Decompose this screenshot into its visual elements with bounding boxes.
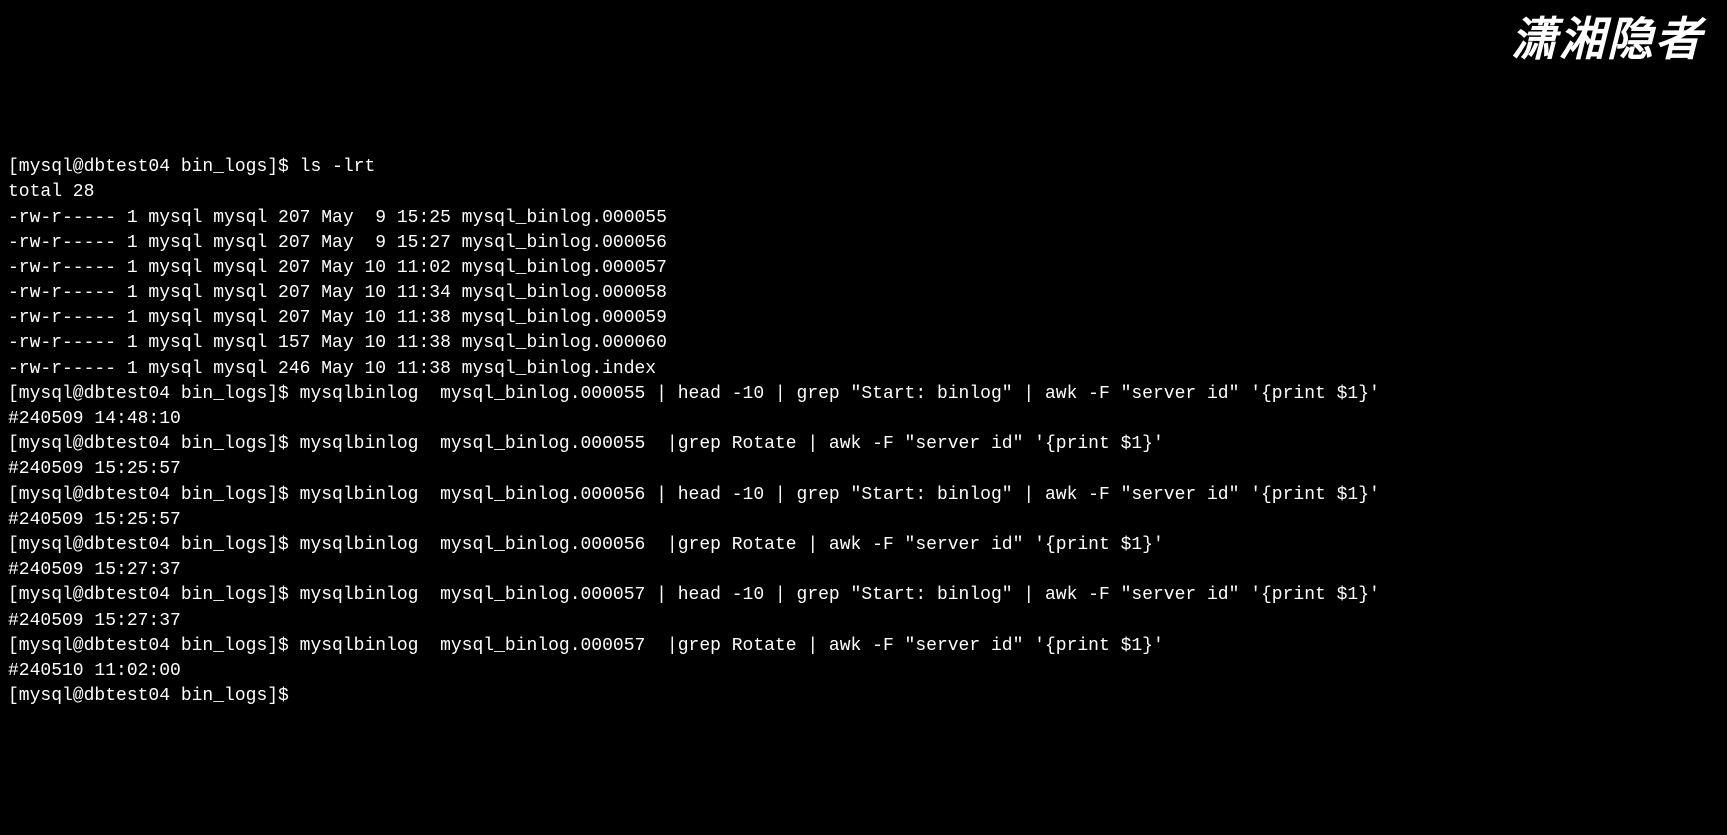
watermark-text: 潇湘隐者 <box>1511 8 1703 72</box>
terminal-output-line: #240509 15:27:37 <box>8 609 1719 634</box>
terminal-command-line: [mysql@dbtest04 bin_logs]$ mysqlbinlog m… <box>8 634 1719 659</box>
terminal-command-line: [mysql@dbtest04 bin_logs]$ <box>8 684 1719 709</box>
terminal-command-line: [mysql@dbtest04 bin_logs]$ mysqlbinlog m… <box>8 583 1719 608</box>
terminal-output-line: #240509 15:25:57 <box>8 508 1719 533</box>
terminal-command-line: [mysql@dbtest04 bin_logs]$ mysqlbinlog m… <box>8 533 1719 558</box>
terminal-output-line: -rw-r----- 1 mysql mysql 207 May 10 11:3… <box>8 306 1719 331</box>
terminal-command-line: [mysql@dbtest04 bin_logs]$ mysqlbinlog m… <box>8 382 1719 407</box>
terminal-output: [mysql@dbtest04 bin_logs]$ ls -lrttotal … <box>8 155 1719 709</box>
terminal-output-line: -rw-r----- 1 mysql mysql 207 May 9 15:25… <box>8 206 1719 231</box>
terminal-output-line: #240509 15:25:57 <box>8 457 1719 482</box>
terminal-command-line: [mysql@dbtest04 bin_logs]$ mysqlbinlog m… <box>8 483 1719 508</box>
terminal-output-line: -rw-r----- 1 mysql mysql 157 May 10 11:3… <box>8 331 1719 356</box>
terminal-output-line: #240509 15:27:37 <box>8 558 1719 583</box>
terminal-output-line: -rw-r----- 1 mysql mysql 207 May 10 11:3… <box>8 281 1719 306</box>
terminal-command-line: [mysql@dbtest04 bin_logs]$ mysqlbinlog m… <box>8 432 1719 457</box>
terminal-output-line: #240509 14:48:10 <box>8 407 1719 432</box>
terminal-output-line: #240510 11:02:00 <box>8 659 1719 684</box>
terminal-output-line: total 28 <box>8 180 1719 205</box>
terminal-output-line: -rw-r----- 1 mysql mysql 246 May 10 11:3… <box>8 357 1719 382</box>
terminal-output-line: -rw-r----- 1 mysql mysql 207 May 9 15:27… <box>8 231 1719 256</box>
terminal-output-line: -rw-r----- 1 mysql mysql 207 May 10 11:0… <box>8 256 1719 281</box>
terminal-command-line: [mysql@dbtest04 bin_logs]$ ls -lrt <box>8 155 1719 180</box>
